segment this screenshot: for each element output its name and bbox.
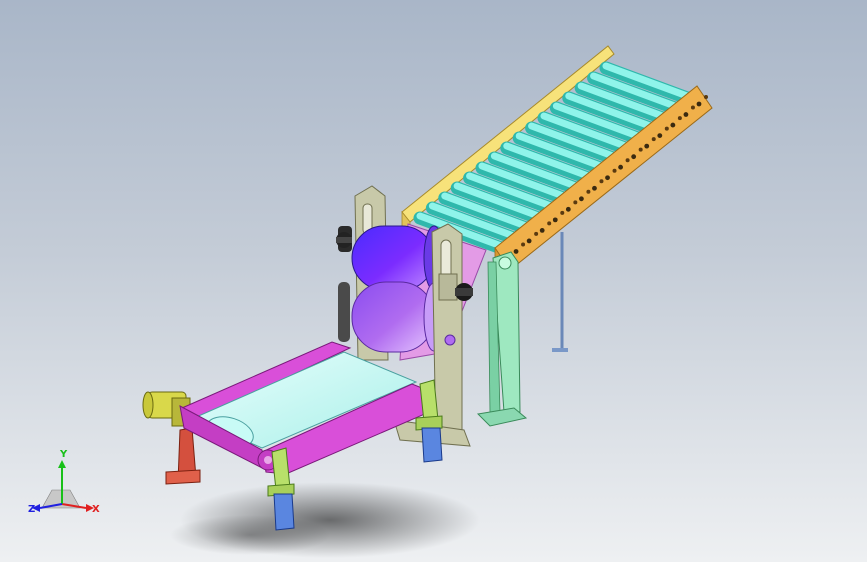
rail-bolt — [534, 231, 539, 236]
rail-bolt — [625, 158, 630, 163]
rail-bolt — [526, 238, 532, 244]
rail-bolt — [579, 196, 584, 202]
rail-bolt — [586, 189, 591, 194]
rail-bolt — [657, 133, 663, 139]
y-axis-label: Y — [59, 449, 68, 460]
drive-roller-lower[interactable] — [351, 281, 445, 353]
stand-leg-red[interactable] — [165, 427, 201, 485]
rail-bolt — [513, 249, 519, 254]
coordinate-triad[interactable]: X Y Z — [22, 446, 102, 526]
x-axis-label: X — [92, 504, 100, 515]
rail-bolt — [573, 200, 578, 205]
rail-bolt — [565, 206, 571, 212]
rail-bolt — [631, 154, 637, 160]
rail-bolt — [664, 126, 669, 131]
rail-bolt — [638, 147, 643, 152]
rail-bolt — [612, 168, 617, 173]
rail-bolt — [592, 185, 597, 191]
ground-shadow-2 — [170, 515, 330, 555]
rail-bolt — [651, 137, 656, 142]
rail-bolt — [521, 242, 526, 247]
rail-bolt — [618, 164, 623, 170]
rail-bolt — [560, 210, 565, 215]
drive-roller-upper[interactable] — [351, 225, 445, 291]
cad-viewport[interactable]: X Y Z — [0, 0, 867, 562]
rail-bolt — [605, 175, 610, 181]
rail-bolt — [690, 105, 695, 110]
conveyor-support-leg[interactable] — [476, 251, 528, 427]
rail-bolt — [677, 116, 682, 121]
rail-bolt — [696, 101, 702, 107]
y-axis-arrow — [58, 460, 66, 468]
rear-support-leg[interactable] — [552, 232, 568, 352]
rail-bolt — [539, 228, 545, 233]
adjust-knob-right[interactable] — [455, 283, 473, 301]
rail-bolt — [552, 217, 558, 223]
z-axis-label: Z — [28, 504, 35, 515]
rail-bolt — [547, 221, 552, 226]
rail-bolt — [599, 179, 604, 184]
rail-bolt — [683, 112, 689, 117]
rail-bolt — [670, 122, 676, 128]
rail-bolt — [704, 95, 708, 99]
assembly-model[interactable] — [0, 0, 867, 562]
rail-bolt — [644, 143, 650, 149]
adjust-knob-left[interactable] — [336, 232, 352, 248]
